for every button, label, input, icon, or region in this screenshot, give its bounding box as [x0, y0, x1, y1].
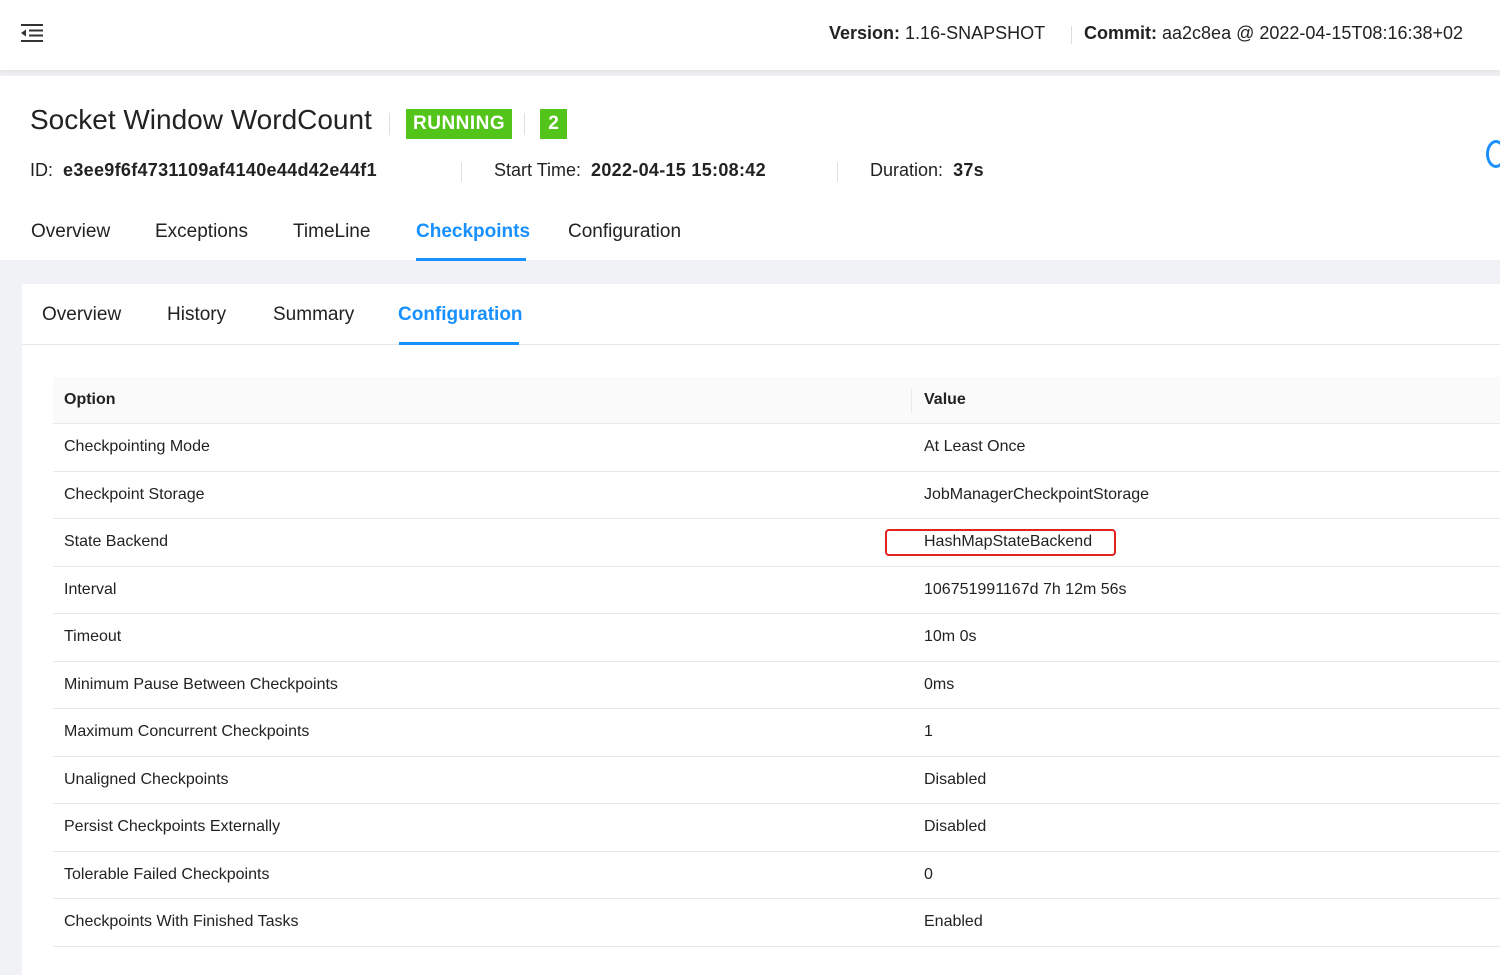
table-row: Checkpoints With Finished Tasks Enabled	[53, 899, 1500, 947]
option-cell: Unaligned Checkpoints	[64, 770, 229, 788]
column-divider	[911, 389, 912, 412]
menu-fold-icon[interactable]	[20, 22, 44, 44]
tab-configuration[interactable]: Configuration	[568, 221, 681, 243]
task-count-badge: 2	[540, 109, 567, 139]
table-row: Persist Checkpoints Externally Disabled	[53, 804, 1500, 852]
table-header: Option Value	[53, 377, 1500, 424]
job-title: Socket Window WordCount	[30, 104, 372, 135]
divider	[1071, 26, 1072, 44]
job-duration: Duration: 37s	[870, 160, 984, 180]
option-cell: Interval	[64, 580, 117, 598]
active-subtab-indicator	[399, 342, 519, 345]
subtab-summary[interactable]: Summary	[273, 304, 354, 326]
checkpoints-card: Overview History Summary Configuration O…	[22, 284, 1500, 975]
table-row: Checkpoint Storage JobManagerCheckpointS…	[53, 472, 1500, 519]
active-tab-indicator	[416, 258, 526, 261]
table-row: State Backend HashMapStateBackend	[53, 519, 1500, 567]
value-cell: Disabled	[924, 818, 987, 835]
table-row: Timeout 10m 0s	[53, 614, 1500, 662]
value-cell: 1	[924, 723, 933, 740]
option-cell: Minimum Pause Between Checkpoints	[64, 675, 338, 693]
tab-exceptions[interactable]: Exceptions	[155, 221, 248, 243]
column-header-option: Option	[64, 391, 116, 408]
value-cell: At Least Once	[924, 438, 1026, 455]
tab-overview[interactable]: Overview	[31, 221, 110, 243]
subtab-configuration[interactable]: Configuration	[398, 304, 523, 326]
tab-bar-divider	[22, 344, 1500, 345]
tab-checkpoints[interactable]: Checkpoints	[416, 221, 530, 243]
configuration-table: Option Value Checkpointing Mode At Least…	[53, 377, 1500, 947]
value-cell: Enabled	[924, 913, 983, 930]
column-header-value: Value	[924, 391, 966, 408]
value-cell: 0	[924, 865, 933, 883]
divider	[461, 162, 462, 182]
option-cell: Persist Checkpoints Externally	[64, 818, 281, 835]
value-cell: Disabled	[924, 770, 987, 788]
table-row: Unaligned Checkpoints Disabled	[53, 757, 1500, 804]
option-cell: Timeout	[64, 628, 122, 645]
table-row: Checkpointing Mode At Least Once	[53, 424, 1500, 472]
divider	[837, 162, 838, 182]
job-start-time: Start Time: 2022-04-15 15:08:42	[494, 160, 766, 180]
option-cell: Maximum Concurrent Checkpoints	[64, 723, 310, 740]
commit-info: Commit: aa2c8ea @ 2022-04-15T08:16:38+02	[1084, 23, 1464, 43]
option-cell: Checkpointing Mode	[64, 438, 210, 455]
value-cell: 106751991167d 7h 12m 56s	[924, 580, 1127, 598]
status-badge: RUNNING	[406, 109, 513, 139]
tab-timeline[interactable]: TimeLine	[293, 221, 370, 243]
job-id: ID: e3ee9f6f4731109af4140e44d42e44f1	[30, 160, 377, 180]
option-cell: Checkpoint Storage	[64, 485, 205, 503]
table-row: Interval 106751991167d 7h 12m 56s	[53, 567, 1500, 614]
divider	[524, 113, 525, 135]
value-cell: 10m 0s	[924, 628, 977, 645]
option-cell: State Backend	[64, 533, 169, 550]
subtab-overview[interactable]: Overview	[42, 304, 121, 326]
top-bar: Version: 1.16-SNAPSHOT Commit: aa2c8ea @…	[0, 0, 1500, 70]
job-header: Socket Window WordCount RUNNING 2 ID: e3…	[0, 76, 1500, 261]
subtab-history[interactable]: History	[167, 304, 226, 326]
value-cell: JobManagerCheckpointStorage	[924, 485, 1150, 503]
divider	[389, 113, 390, 135]
value-cell: 0ms	[924, 675, 955, 693]
refresh-icon[interactable]	[1486, 140, 1500, 168]
highlight-annotation	[885, 529, 1116, 556]
version-info: Version: 1.16-SNAPSHOT	[829, 23, 1046, 43]
option-cell: Tolerable Failed Checkpoints	[64, 865, 270, 883]
option-cell: Checkpoints With Finished Tasks	[64, 913, 299, 930]
table-row: Tolerable Failed Checkpoints 0	[53, 852, 1500, 899]
table-row: Minimum Pause Between Checkpoints 0ms	[53, 662, 1500, 709]
table-row: Maximum Concurrent Checkpoints 1	[53, 709, 1500, 757]
